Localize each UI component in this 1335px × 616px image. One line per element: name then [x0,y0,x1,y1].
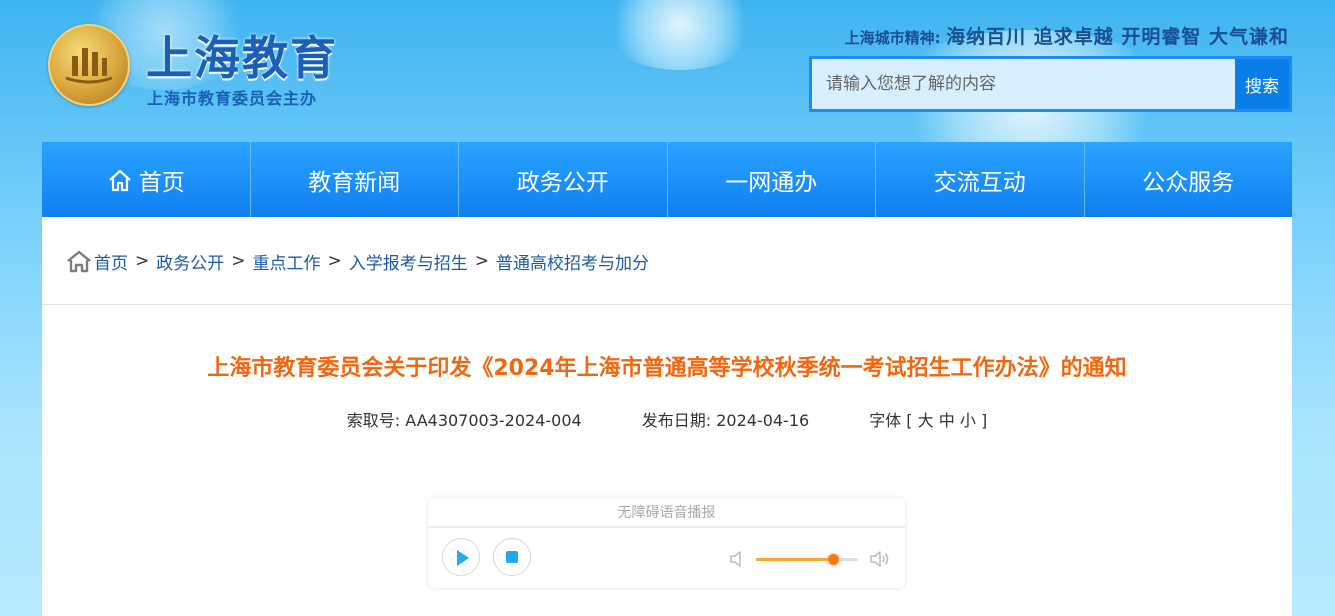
nav-label: 公众服务 [1142,169,1235,196]
breadcrumb-separator: > [327,251,342,271]
accessibility-audio-player: 无障碍语音播报 [428,498,905,588]
volume-fill [756,558,833,561]
nav-label: 教育新闻 [308,169,401,196]
search-box: 搜索 [809,56,1292,112]
slogan-label: 上海城市精神: [844,29,941,47]
font-size-bracket: ] [980,411,988,430]
site-title[interactable]: 上海教育 [146,22,338,88]
site-header: 上海教育 上海市教育委员会主办 上海城市精神: 海纳百川 追求卓越 开明睿智 大… [0,0,1335,142]
volume-high-icon[interactable] [869,548,891,570]
font-size-large[interactable]: 大 [918,411,934,430]
nav-item-education-news[interactable]: 教育新闻 [251,142,459,217]
breadcrumb-link-enrollment[interactable]: 入学报考与招生 [349,249,468,274]
slogan-text: 海纳百川 追求卓越 开明睿智 大气谦和 [946,26,1289,48]
index-label: 索取号: [346,411,401,430]
font-size-medium[interactable]: 中 [939,411,955,430]
site-subtitle: 上海市教育委员会主办 [147,89,318,108]
home-icon [109,169,131,191]
site-logo-emblem [48,24,130,106]
date-value: 2024-04-16 [716,411,810,430]
font-size-switcher: 字体 [ 大 中 小 ] [869,407,987,431]
date-label: 发布日期: [641,411,712,430]
breadcrumb-link-home[interactable]: 首页 [94,249,128,274]
breadcrumb-separator: > [231,251,246,271]
nav-item-public-service[interactable]: 公众服务 [1085,142,1293,217]
main-content: 首页 > 政务公开 > 重点工作 > 入学报考与招生 > 普通高校招考与加分 上… [42,217,1292,616]
volume-knob[interactable] [827,554,839,565]
nav-item-home[interactable]: 首页 [42,142,251,217]
breadcrumb: 首页 > 政务公开 > 重点工作 > 入学报考与招生 > 普通高校招考与加分 [66,247,649,275]
breadcrumb-link-college-admission[interactable]: 普通高校招考与加分 [496,249,649,274]
volume-slider[interactable] [756,554,858,565]
nav-item-government-affairs[interactable]: 政务公开 [459,142,668,217]
home-icon [67,250,91,273]
nav-label: 交流互动 [933,169,1026,196]
breadcrumb-link-key-work[interactable]: 重点工作 [253,249,321,274]
search-button[interactable]: 搜索 [1235,59,1289,109]
main-nav: 首页 教育新闻 政务公开 一网通办 交流互动 公众服务 [42,142,1292,217]
divider [42,304,1292,305]
nav-label: 一网通办 [725,169,818,196]
index-value: AA4307003-2024-004 [405,411,582,430]
nav-label: 政务公开 [516,169,609,196]
breadcrumb-separator: > [135,251,150,271]
city-spirit-slogan: 上海城市精神: 海纳百川 追求卓越 开明睿智 大气谦和 [845,22,1289,49]
volume-low-icon[interactable] [729,549,745,569]
search-input[interactable] [812,59,1235,109]
article-meta: 索取号: AA4307003-2024-004 发布日期: 2024-04-16… [42,407,1292,431]
play-button[interactable] [442,538,480,576]
nav-item-interaction[interactable]: 交流互动 [876,142,1085,217]
nav-label: 首页 [138,169,185,196]
breadcrumb-separator: > [474,251,489,271]
nav-item-one-network-service[interactable]: 一网通办 [668,142,876,217]
font-size-label: 字体 [ [869,411,913,430]
article-title: 上海市教育委员会关于印发《2024年上海市普通高等学校秋季统一考试招生工作办法》… [207,356,1127,381]
stop-button[interactable] [493,538,531,576]
article-index: 索取号: AA4307003-2024-004 [347,407,582,431]
font-size-small[interactable]: 小 [960,411,976,430]
breadcrumb-link-government-affairs[interactable]: 政务公开 [156,249,224,274]
article-date: 发布日期: 2024-04-16 [642,407,809,431]
player-title: 无障碍语音播报 [428,498,905,528]
